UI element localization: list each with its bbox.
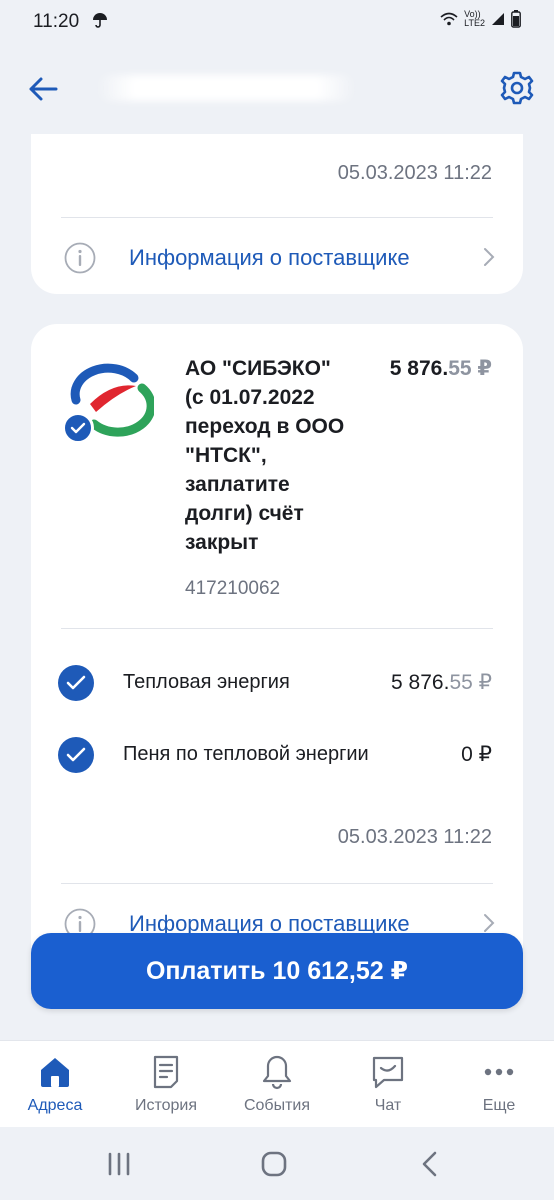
signal-icon	[492, 13, 504, 25]
back-button-icon[interactable]	[410, 1149, 450, 1179]
service-checkbox[interactable]	[58, 665, 94, 701]
system-nav-bar	[0, 1127, 554, 1200]
service-amount-kop: 55 ₽	[449, 671, 492, 694]
provider-amount-main: 5 876.	[389, 357, 449, 380]
service-checkbox[interactable]	[58, 737, 94, 773]
home-icon	[41, 1058, 69, 1087]
battery-icon	[511, 10, 521, 28]
network-label: Vo)) LTE2	[464, 10, 485, 28]
provider-amount: 5 876.55 ₽	[390, 356, 492, 381]
nav-label: Адреса	[27, 1097, 83, 1114]
payment-date: 05.03.2023 11:22	[337, 162, 492, 184]
check-icon	[66, 747, 86, 762]
nav-label: События	[243, 1097, 311, 1114]
provider-amount-kop: 55 ₽	[448, 357, 492, 380]
service-row: Тепловая энергия 5 876.55 ₽	[31, 658, 523, 708]
divider	[61, 883, 493, 884]
bell-icon	[262, 1055, 292, 1090]
provider-info-label: Информация о поставщике	[129, 245, 410, 270]
more-icon	[484, 1068, 514, 1076]
provider-logo	[62, 360, 156, 444]
check-icon	[66, 675, 86, 690]
provider-account: 417210062	[185, 578, 281, 599]
gear-icon[interactable]	[498, 69, 536, 107]
nav-label: История	[134, 1097, 198, 1114]
service-name: Пеня по тепловой энергии	[123, 743, 369, 765]
status-bar: 11:20 Vo)) LTE2	[0, 0, 554, 44]
recent-apps-icon[interactable]	[99, 1149, 139, 1179]
service-amount-main: 5 876.	[391, 671, 450, 694]
umbrella-icon	[93, 13, 107, 28]
nav-label: Еще	[482, 1097, 516, 1114]
bottom-nav: Адреса История События Чат Еще	[0, 1040, 554, 1127]
network-bottom-label: LTE2	[464, 18, 485, 28]
nav-item-history[interactable]: История	[111, 1041, 221, 1127]
provider-info-row[interactable]: Информация о поставщике	[31, 228, 523, 288]
nav-item-more[interactable]: Еще	[444, 1041, 554, 1127]
divider	[61, 628, 493, 629]
app-header	[0, 44, 554, 134]
verified-badge-icon	[62, 412, 94, 444]
status-indicators: Vo)) LTE2	[440, 10, 521, 28]
divider	[61, 217, 493, 218]
document-icon	[153, 1055, 179, 1089]
arrow-left-icon[interactable]	[26, 72, 60, 106]
service-name: Тепловая энергия	[123, 671, 290, 693]
service-amount: 5 876.55 ₽	[391, 670, 492, 695]
home-button-icon[interactable]	[254, 1149, 294, 1179]
nav-label: Чат	[374, 1097, 402, 1114]
nav-item-addresses[interactable]: Адреса	[0, 1041, 110, 1127]
page-title-redacted	[96, 75, 356, 101]
chevron-right-icon	[484, 248, 495, 266]
nav-item-events[interactable]: События	[222, 1041, 332, 1127]
payment-date: 05.03.2023 11:22	[337, 826, 492, 848]
service-amount: 0 ₽	[461, 743, 492, 766]
wifi-icon	[440, 12, 458, 26]
status-time: 11:20	[33, 11, 80, 32]
service-row: Пеня по тепловой энергии 0 ₽	[31, 730, 523, 780]
chat-icon	[372, 1056, 404, 1089]
provider-name: АО "СИБЭКО" (с 01.07.2022 переход в ООО …	[185, 357, 345, 554]
pay-button[interactable]: Оплатить 10 612,52 ₽	[31, 933, 523, 1009]
provider-card: АО "СИБЭКО" (с 01.07.2022 переход в ООО …	[31, 324, 523, 974]
chevron-right-icon	[484, 914, 495, 932]
nav-item-chat[interactable]: Чат	[333, 1041, 443, 1127]
info-icon	[64, 242, 96, 274]
